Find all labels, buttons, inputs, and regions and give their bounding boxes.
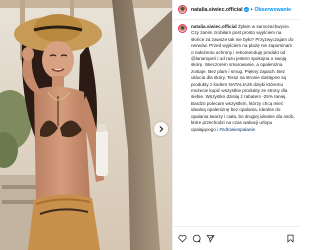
chevron-right-icon bbox=[159, 126, 164, 132]
avatar[interactable] bbox=[178, 5, 187, 14]
follow-button[interactable]: Obserwowanie bbox=[254, 7, 291, 13]
caption-username[interactable]: natalia.siwiec.official bbox=[191, 24, 237, 29]
instagram-post: natalia.siwiec.official • Obserwowanie n… bbox=[0, 0, 300, 250]
post-actions bbox=[173, 226, 300, 250]
post-photo[interactable] bbox=[0, 0, 172, 250]
header-username[interactable]: natalia.siwiec.official bbox=[191, 7, 243, 13]
caption-hashtag[interactable]: #zdrowieopalanie bbox=[219, 127, 255, 132]
post-header: natalia.siwiec.official • Obserwowanie bbox=[173, 0, 300, 20]
carousel-next-button[interactable] bbox=[154, 122, 168, 136]
bookmark-icon[interactable] bbox=[286, 234, 295, 243]
caption-comment: natalia.siwiec.official Żyłam w samozach… bbox=[173, 20, 300, 133]
share-icon[interactable] bbox=[206, 234, 215, 243]
comment-icon[interactable] bbox=[192, 234, 201, 243]
header-separator: • bbox=[250, 6, 253, 13]
caption-text-block: natalia.siwiec.official Żyłam w samozach… bbox=[191, 24, 295, 133]
photo-illustration bbox=[0, 0, 172, 250]
caption-avatar[interactable] bbox=[178, 24, 187, 33]
post-sidebar: natalia.siwiec.official • Obserwowanie n… bbox=[172, 0, 300, 250]
caption-body: Żyłam w samozachwycie. Czy zanim zrobiła… bbox=[191, 24, 295, 132]
verified-badge-icon bbox=[243, 7, 249, 12]
heart-icon[interactable] bbox=[178, 234, 187, 243]
